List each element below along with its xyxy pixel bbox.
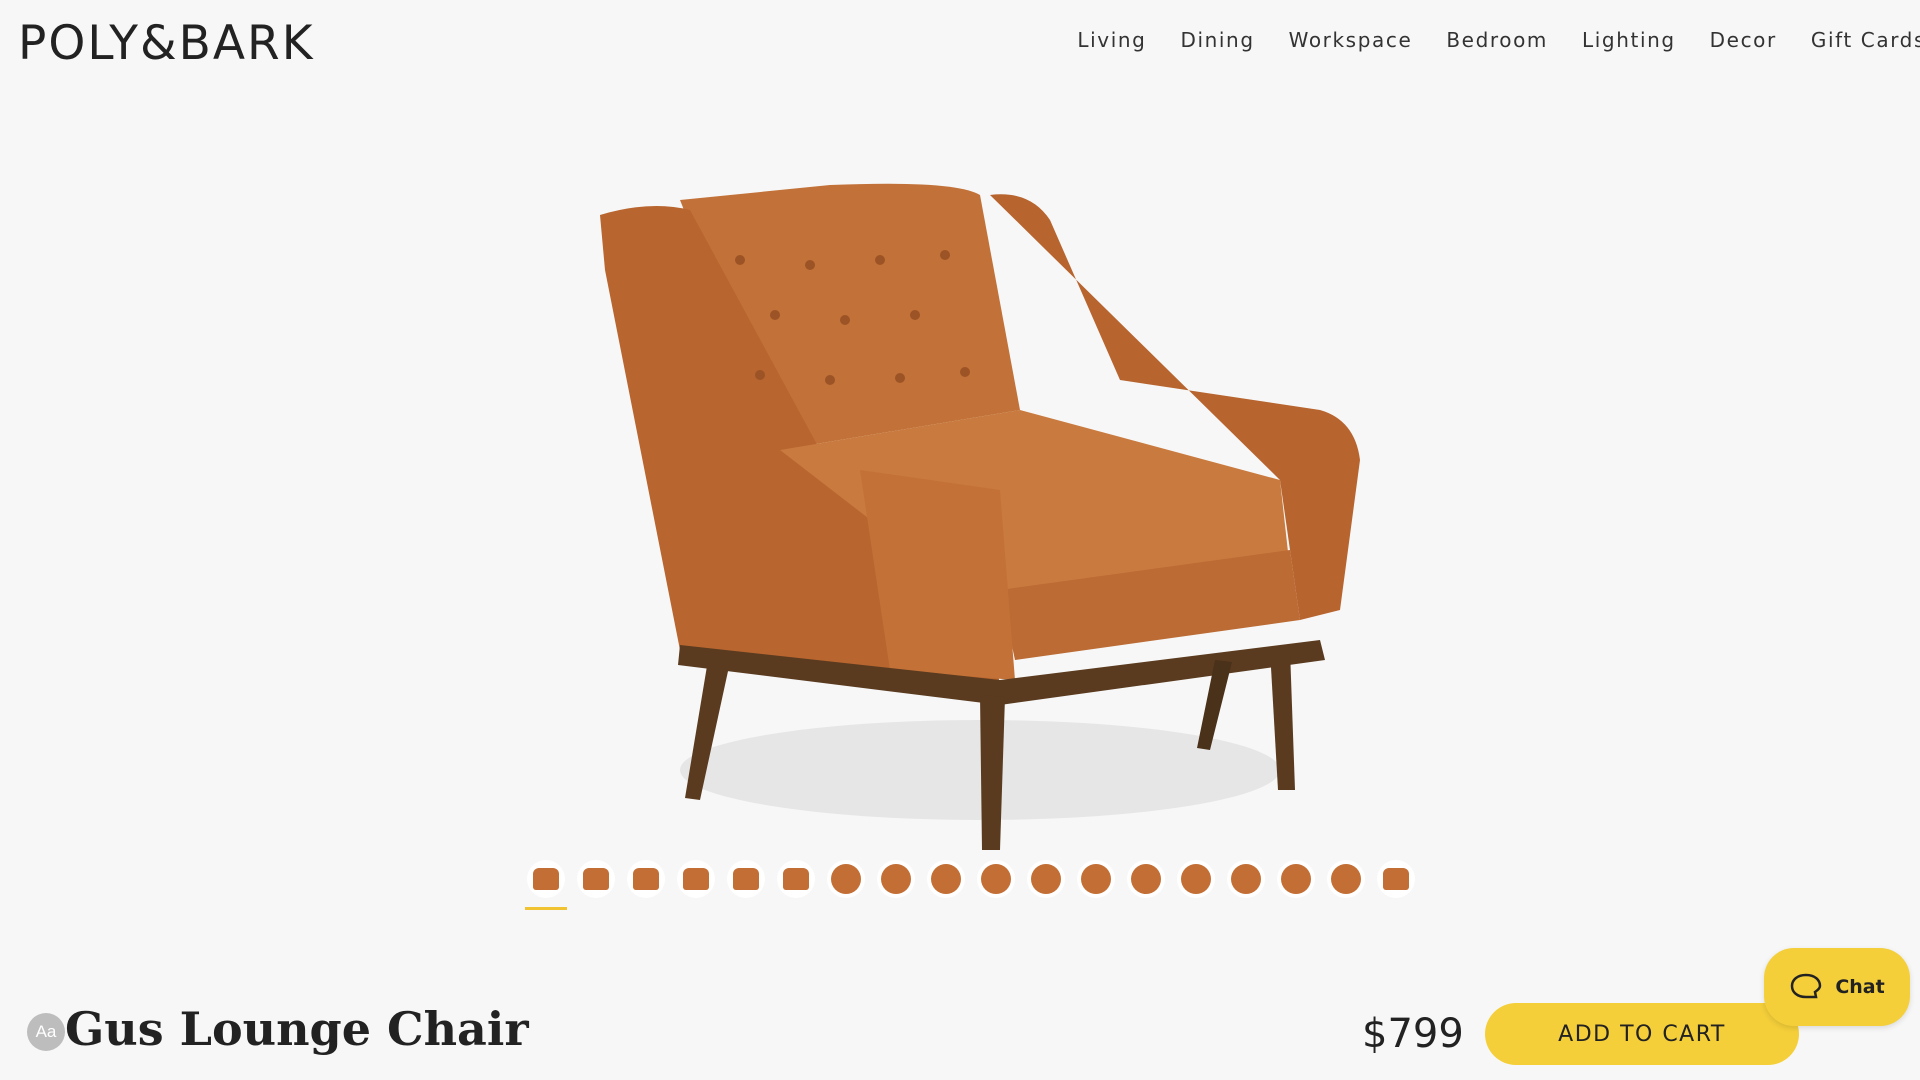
thumbnail[interactable] <box>927 860 965 898</box>
thumbnail[interactable] <box>577 860 615 898</box>
main-nav: Living Dining Workspace Bedroom Lighting… <box>1077 28 1920 52</box>
brand-logo[interactable]: POLY&BARK <box>18 16 315 71</box>
thumbnail[interactable] <box>777 860 815 898</box>
accessibility-button[interactable]: Aa <box>27 1013 65 1051</box>
nav-living[interactable]: Living <box>1077 28 1146 52</box>
thumbnail[interactable] <box>1127 860 1165 898</box>
nav-decor[interactable]: Decor <box>1710 28 1777 52</box>
thumbnail[interactable] <box>677 860 715 898</box>
thumbnail[interactable] <box>827 860 865 898</box>
product-price: $799 <box>1362 1011 1464 1057</box>
thumbnail[interactable] <box>525 860 567 910</box>
chat-bubble-icon <box>1791 973 1822 999</box>
chat-button[interactable]: Chat <box>1764 948 1910 1026</box>
thumbnail[interactable] <box>1227 860 1265 898</box>
chat-label: Chat <box>1835 976 1885 998</box>
add-to-cart-button[interactable]: ADD TO CART <box>1485 1003 1799 1065</box>
nav-dining[interactable]: Dining <box>1180 28 1254 52</box>
thumbnail-strip <box>525 860 1415 910</box>
lounge-chair-image <box>600 183 1360 850</box>
product-title: Gus Lounge Chair <box>65 1002 529 1056</box>
thumbnail[interactable] <box>1327 860 1365 898</box>
thumbnail[interactable] <box>1027 860 1065 898</box>
nav-workspace[interactable]: Workspace <box>1289 28 1413 52</box>
thumbnail[interactable] <box>727 860 765 898</box>
thumbnail[interactable] <box>627 860 665 898</box>
product-image <box>560 150 1390 870</box>
thumbnail[interactable] <box>1077 860 1115 898</box>
nav-lighting[interactable]: Lighting <box>1582 28 1676 52</box>
nav-bedroom[interactable]: Bedroom <box>1446 28 1548 52</box>
thumbnail[interactable] <box>1277 860 1315 898</box>
thumbnail[interactable] <box>1377 860 1415 898</box>
thumbnail[interactable] <box>1177 860 1215 898</box>
nav-gift-cards[interactable]: Gift Cards <box>1811 28 1920 52</box>
thumbnail[interactable] <box>977 860 1015 898</box>
thumbnail[interactable] <box>877 860 915 898</box>
